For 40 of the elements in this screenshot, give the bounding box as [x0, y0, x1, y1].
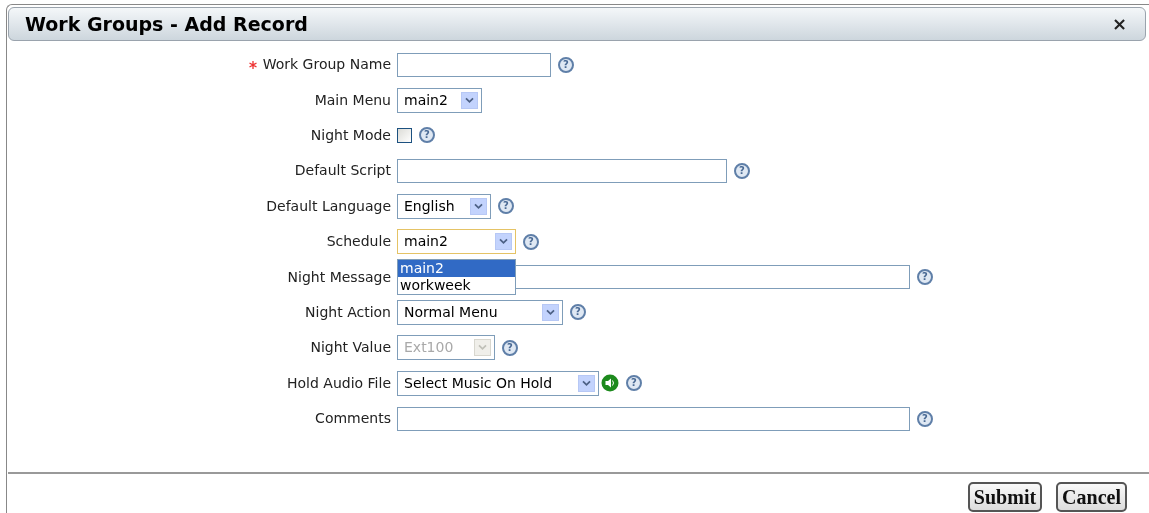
help-icon[interactable]: ? — [498, 198, 514, 215]
field-label: Night Value — [310, 338, 391, 358]
field-label: Default Script — [294, 161, 391, 181]
caret-icon[interactable] — [470, 197, 487, 215]
dropdown-select[interactable]: Select Music On Hold — [397, 370, 599, 396]
help-icon[interactable]: ? — [626, 375, 642, 392]
play-audio-icon[interactable] — [601, 374, 619, 393]
caret-icon[interactable] — [578, 374, 595, 392]
field-label: Schedule — [326, 232, 391, 252]
close-button[interactable]: × — [1109, 15, 1129, 33]
help-icon[interactable]: ? — [570, 304, 586, 321]
caret-icon[interactable] — [461, 91, 478, 109]
submit-button[interactable]: Submit — [967, 482, 1043, 512]
help-icon[interactable]: ? — [917, 410, 933, 427]
help-icon[interactable]: ? — [558, 56, 574, 73]
checkbox[interactable] — [397, 127, 412, 143]
dropdown-select[interactable]: main2 — [397, 87, 482, 113]
field-label: Hold Audio File — [287, 373, 391, 393]
field-label: Main Menu — [314, 90, 391, 110]
caret-icon[interactable] — [495, 233, 512, 251]
text-input[interactable] — [397, 158, 727, 183]
caret-icon[interactable] — [542, 303, 559, 321]
field-label: Comments — [315, 409, 391, 429]
field-label: Night Mode — [310, 125, 391, 145]
field-label: Default Language — [266, 196, 391, 216]
dropdown-option[interactable]: main2 — [398, 260, 515, 278]
text-input[interactable] — [397, 52, 551, 77]
field-label: Night Action — [305, 302, 391, 322]
help-icon[interactable]: ? — [734, 162, 750, 179]
dropdown-select[interactable]: English — [397, 193, 491, 219]
help-icon[interactable]: ? — [419, 127, 435, 144]
cancel-button[interactable]: Cancel — [1056, 482, 1127, 512]
help-icon[interactable]: ? — [523, 233, 539, 250]
help-icon[interactable]: ? — [917, 269, 933, 286]
field-label: Night Message — [287, 267, 391, 287]
dropdown-select[interactable]: main2 — [397, 229, 516, 255]
window-title: Work Groups - Add Record — [25, 11, 308, 37]
text-input[interactable] — [397, 406, 910, 431]
dropdown-select[interactable]: Normal Menu — [397, 299, 563, 325]
field-label: Work Group Name — [262, 55, 391, 75]
